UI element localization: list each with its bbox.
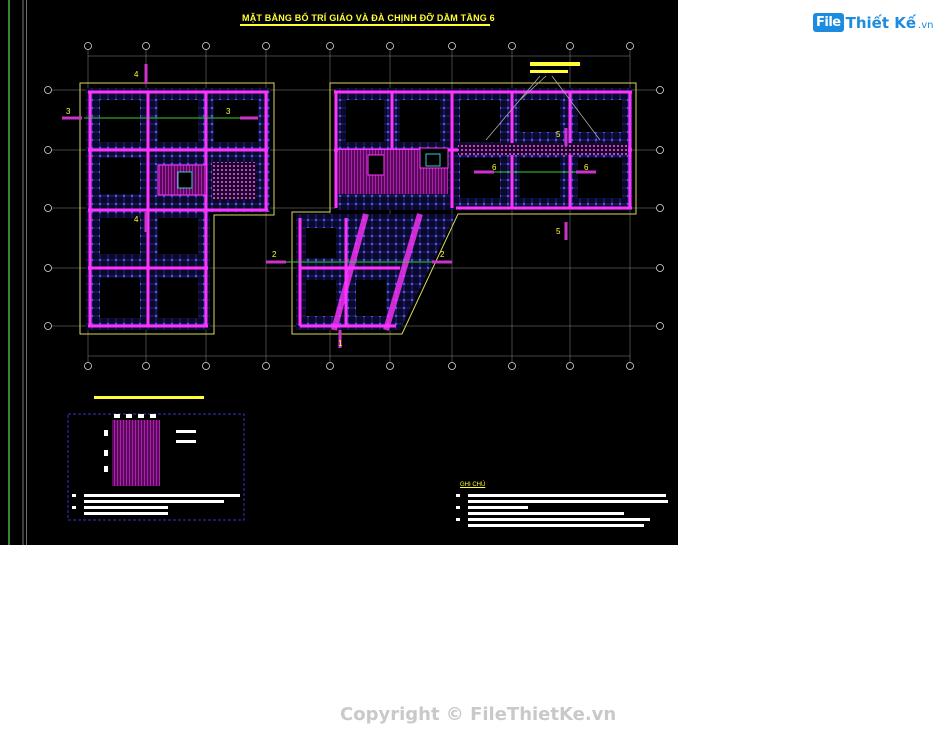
notes-title: GHI CHÚ (460, 482, 486, 488)
copyright-watermark: Copyright © FileThietKe.vn (340, 704, 617, 725)
section-mark-5b: 5 (556, 227, 561, 236)
logo-suffix: .vn (918, 20, 934, 31)
section-mark-6a: 6 (492, 163, 497, 172)
section-mark-2a: 2 (272, 250, 277, 259)
logo-name: Thiết Kế (845, 13, 917, 32)
section-mark-5a: 5 (556, 130, 561, 139)
site-logo[interactable]: File Thiết Kế .vn (813, 13, 933, 32)
cad-viewport[interactable]: MẶT BẰNG BỐ TRÍ GIÁO VÀ ĐÀ CHỊNH ĐỠ DẦM … (0, 0, 678, 545)
section-mark-4b: 4 (134, 215, 139, 224)
section-mark-3b: 3 (226, 107, 231, 116)
section-mark-1: 1 (338, 339, 343, 348)
section-mark-6b: 6 (584, 163, 589, 172)
floor-plan: 1 2 2 3 3 4 4 5 5 6 6 (44, 42, 668, 527)
section-mark-2b: 2 (440, 250, 445, 259)
section-mark-4a: 4 (134, 70, 139, 79)
section-mark-3a: 3 (66, 107, 71, 116)
logo-badge: File (813, 13, 844, 32)
